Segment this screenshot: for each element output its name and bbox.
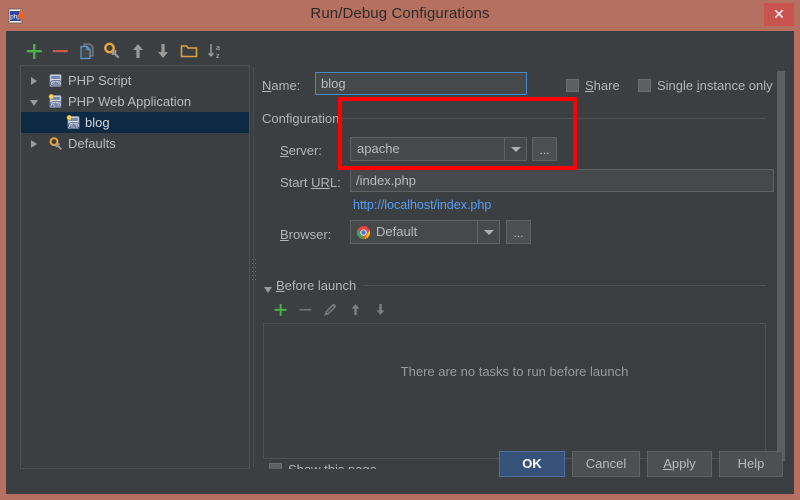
splitter-grip[interactable] [252, 259, 256, 281]
single-instance-checkbox[interactable] [638, 79, 651, 92]
configurations-tree[interactable]: php PHP Script php PHP Web Application p… [20, 65, 250, 469]
configuration-group-label: Configuration [262, 111, 340, 126]
before-launch-group-label: Before launch [276, 278, 357, 293]
copy-icon[interactable] [77, 41, 97, 61]
move-task-down-button[interactable] [372, 301, 389, 318]
chevron-down-icon[interactable] [504, 138, 526, 160]
gear-wrench-icon [48, 136, 64, 152]
svg-text:a: a [216, 45, 220, 52]
share-label: Share [585, 78, 620, 93]
show-this-page-checkbox[interactable] [269, 463, 282, 469]
configuration-group-line [340, 118, 766, 119]
svg-text:z: z [216, 53, 220, 60]
apply-button[interactable]: Apply [647, 451, 712, 477]
browser-browse-button[interactable]: ... [506, 220, 531, 244]
move-task-up-button[interactable] [347, 301, 364, 318]
resolved-url-link[interactable]: http://localhost/index.php [353, 198, 491, 212]
sort-az-icon[interactable]: a z [206, 41, 226, 61]
arrow-up-icon[interactable] [128, 41, 148, 61]
config-scrollbar-thumb[interactable] [777, 71, 785, 461]
name-label: Name: [262, 78, 301, 93]
tree-item-label: PHP Script [68, 73, 132, 88]
remove-button[interactable] [50, 41, 70, 61]
browser-combo[interactable]: Default [350, 220, 500, 244]
folder-icon[interactable] [179, 41, 199, 61]
panel-splitter[interactable] [252, 67, 256, 467]
start-url-label: Start URL: [280, 175, 341, 190]
server-combo-value: apache [357, 141, 400, 156]
before-launch-toggle-icon[interactable] [264, 287, 272, 293]
svg-text:php: php [70, 123, 78, 128]
browser-label: Browser: [280, 227, 332, 242]
chrome-icon [356, 225, 371, 245]
chevron-right-icon[interactable] [31, 140, 37, 148]
show-this-page-label: Show this page [288, 462, 377, 469]
browser-combo-value: Default [376, 224, 418, 239]
tree-item-label: PHP Web Application [68, 94, 192, 109]
before-launch-task-list[interactable]: There are no tasks to run before launch [263, 323, 766, 459]
config-scrollbar-track[interactable] [775, 65, 786, 469]
arrow-down-icon[interactable] [153, 41, 173, 61]
server-combo[interactable]: apache [350, 137, 527, 161]
tree-item-label: Defaults [68, 136, 116, 151]
share-checkbox[interactable] [566, 79, 579, 92]
tree-item-blog[interactable]: php blog [21, 112, 249, 133]
remove-task-button[interactable] [297, 301, 314, 318]
gear-wrench-icon[interactable] [102, 41, 122, 61]
chevron-down-icon[interactable] [30, 100, 38, 106]
tree-item-php-web-application[interactable]: php PHP Web Application [21, 91, 249, 112]
dialog-body: a z php PHP Script php PHP Web Applicati… [6, 31, 794, 494]
name-input[interactable]: blog [315, 72, 527, 95]
start-url-input[interactable]: /index.php [350, 169, 774, 192]
pencil-icon[interactable] [322, 301, 339, 318]
tree-item-defaults[interactable]: Defaults [21, 133, 249, 154]
add-task-button[interactable] [272, 301, 289, 318]
server-browse-button[interactable]: ... [532, 137, 557, 161]
single-instance-label: Single instance only [657, 78, 773, 93]
chevron-down-icon[interactable] [477, 221, 499, 243]
cancel-button[interactable]: Cancel [572, 451, 640, 477]
chevron-right-icon[interactable] [31, 77, 37, 85]
title-bar: php Run/Debug Configurations ✕ [0, 0, 800, 31]
php-web-app-icon: php [48, 93, 64, 110]
configuration-panel: Name: blog Share Single instance only Co… [258, 65, 786, 469]
svg-text:php: php [52, 81, 60, 86]
configurations-toolbar: a z [20, 39, 250, 65]
add-button[interactable] [24, 41, 44, 61]
run-debug-configurations-dialog: php Run/Debug Configurations ✕ a z php P… [0, 0, 800, 500]
before-launch-empty-text: There are no tasks to run before launch [400, 364, 629, 379]
tree-item-label: blog [85, 115, 110, 130]
window-title: Run/Debug Configurations [310, 5, 490, 22]
php-web-app-icon: php [66, 114, 82, 131]
svg-text:php: php [52, 102, 60, 107]
tree-item-php-script[interactable]: php PHP Script [21, 70, 249, 91]
server-label: Server: [280, 143, 322, 158]
close-icon[interactable]: ✕ [764, 3, 794, 26]
php-script-icon: php [48, 73, 64, 89]
ok-button[interactable]: OK [499, 451, 565, 477]
help-button[interactable]: Help [719, 451, 783, 477]
before-launch-group-line [363, 285, 766, 286]
